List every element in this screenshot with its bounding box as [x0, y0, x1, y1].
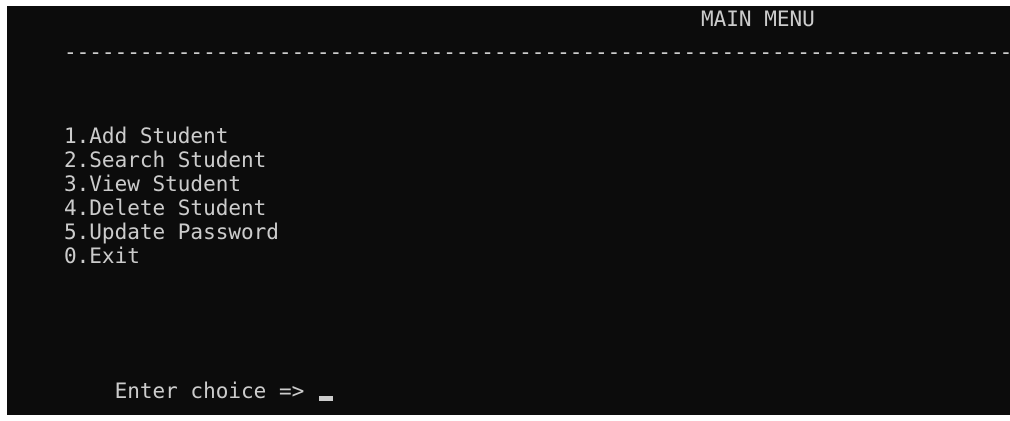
text-cursor[interactable] — [318, 396, 333, 401]
menu-item-search-student: 2.Search Student — [64, 148, 267, 172]
main-menu-list: 1.Add Student 2.Search Student 3.View St… — [64, 124, 279, 268]
menu-item-exit: 0.Exit — [64, 244, 140, 268]
menu-item-add-student: 1.Add Student — [64, 124, 229, 148]
menu-divider: ----------------------------------------… — [64, 40, 1010, 64]
menu-item-delete-student: 4.Delete Student — [64, 196, 267, 220]
menu-item-update-password: 5.Update Password — [64, 220, 279, 244]
menu-item-view-student: 3.View Student — [64, 172, 242, 196]
choice-prompt-label: Enter choice => — [114, 379, 317, 403]
choice-prompt-row[interactable]: Enter choice => — [64, 355, 333, 403]
main-menu-title: MAIN MENU — [701, 7, 815, 31]
console-window[interactable]: MAIN MENU ------------------------------… — [7, 6, 1010, 415]
